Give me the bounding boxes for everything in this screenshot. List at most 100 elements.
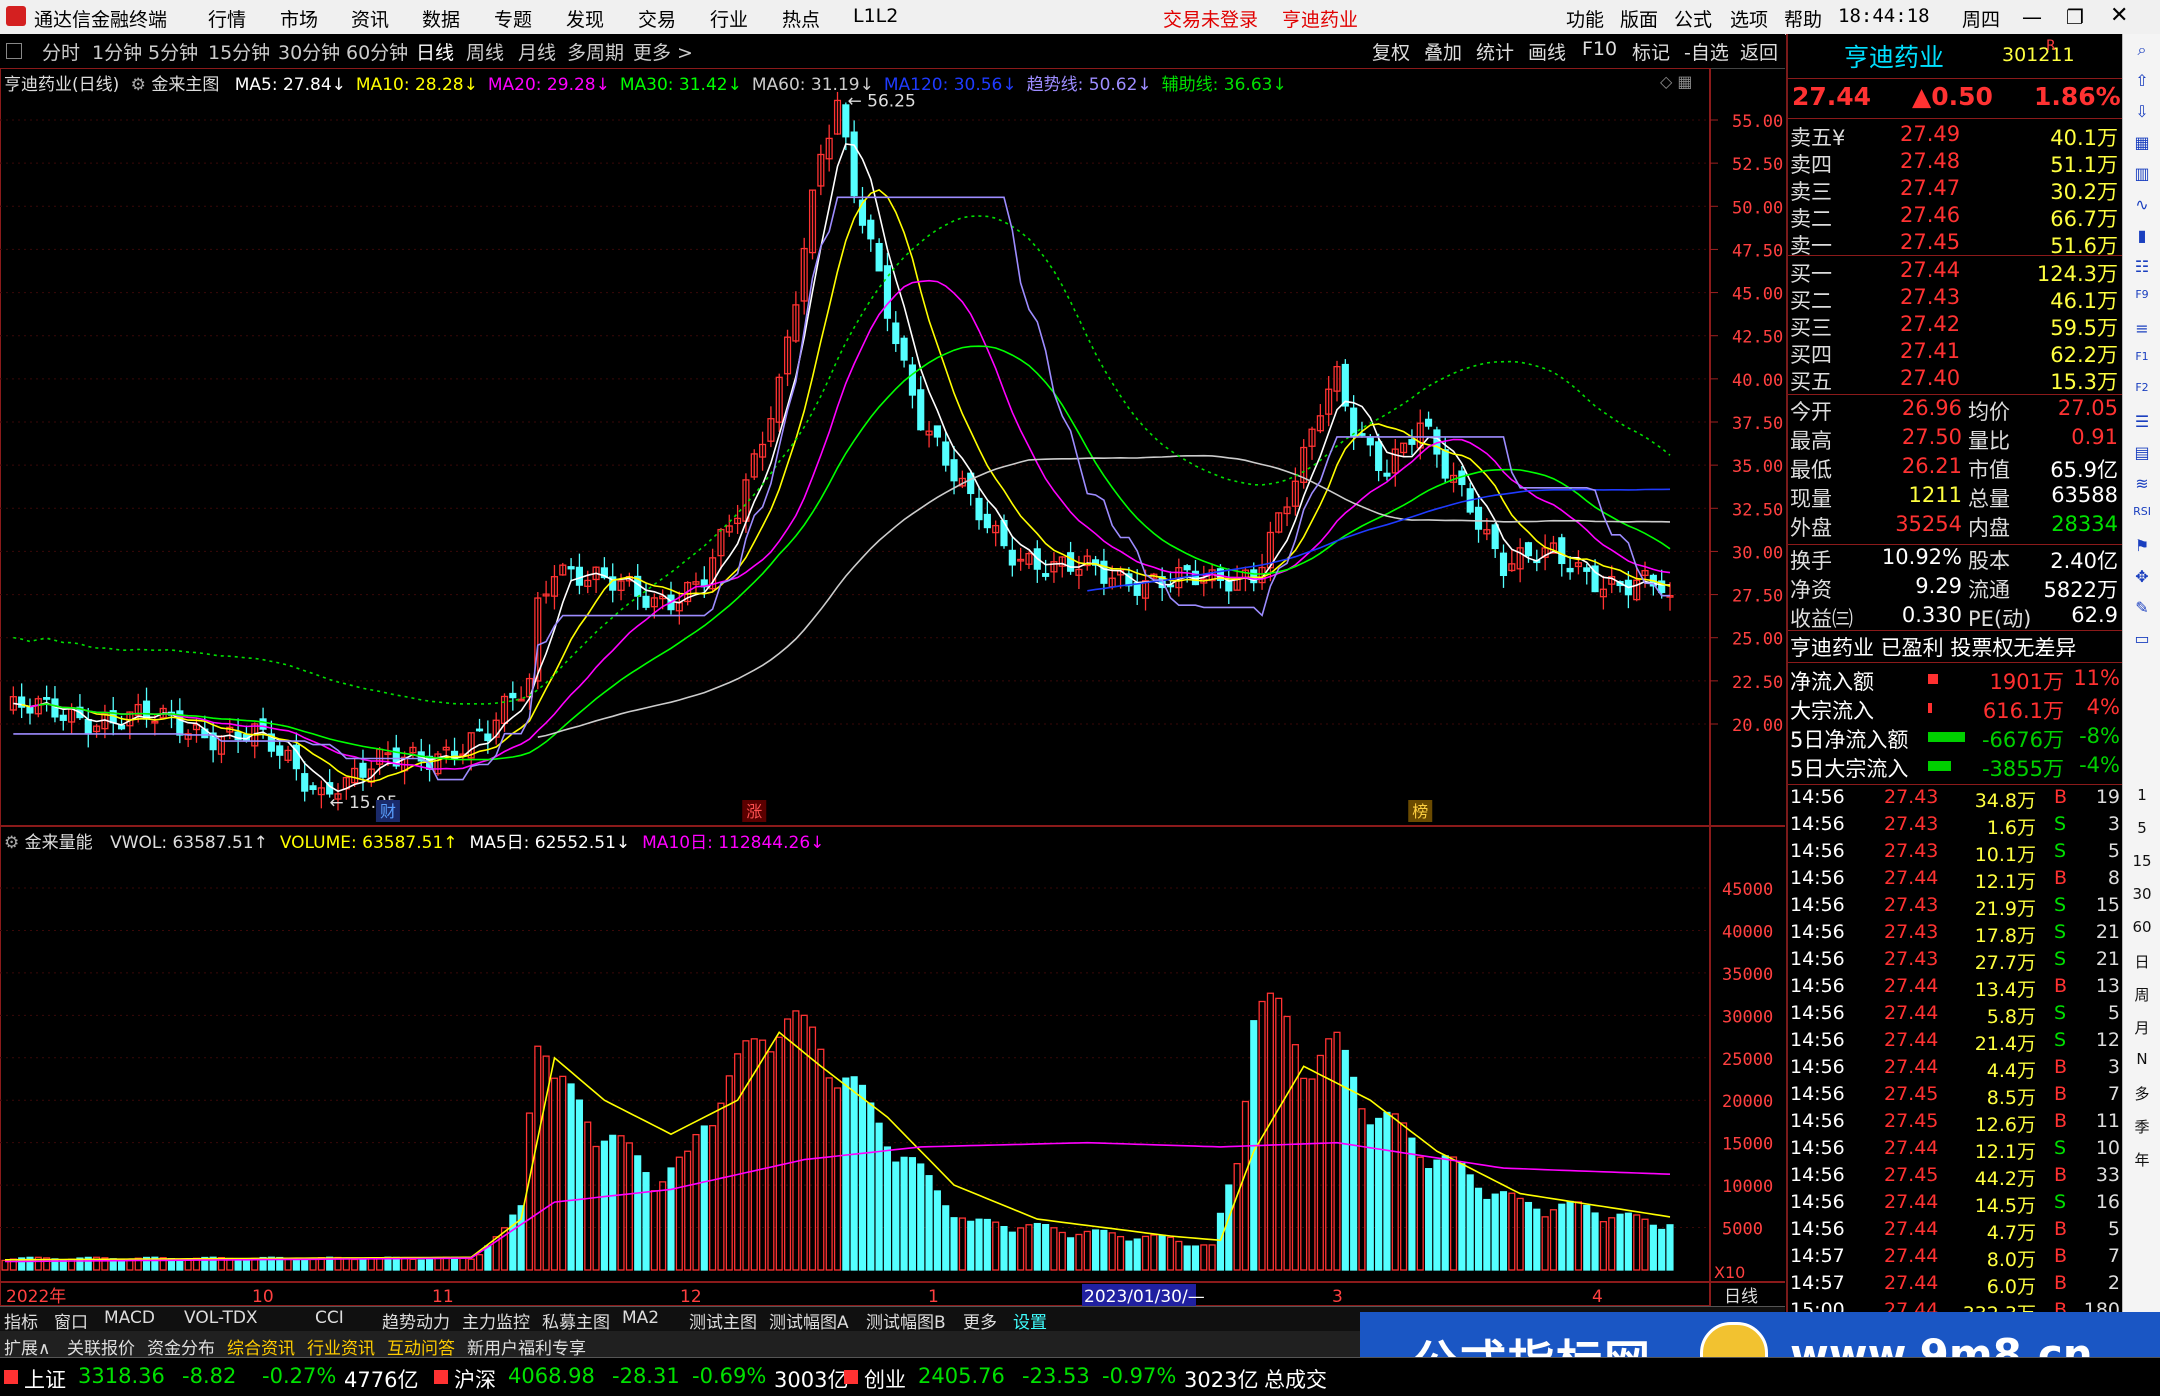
menu-1[interactable]: 市场 [280,5,318,32]
toolbar-button[interactable]: 标记 [1632,38,1670,65]
period-tab[interactable]: 周线 [466,38,504,65]
indicator-tab[interactable]: MACD [104,1308,155,1328]
kline-icon[interactable]: ▮ [2129,226,2155,248]
login-status[interactable]: 交易未登录 [1163,5,1258,32]
move-icon[interactable]: ✥ [2129,567,2155,589]
period-shortcut[interactable]: 5 [2129,819,2155,841]
settings-icon[interactable]: ⚙ [4,833,19,853]
period-shortcut[interactable]: 15 [2129,852,2155,874]
indicator-tab[interactable]: 测试幅图B [866,1308,946,1333]
period-tab[interactable]: 5分钟 [148,38,198,65]
period-shortcut[interactable]: 多 [2129,1083,2155,1105]
menu-5[interactable]: 发现 [566,5,604,32]
period-tab[interactable]: 分时 [42,38,80,65]
period-shortcut[interactable]: 月 [2129,1017,2155,1039]
stack-icon[interactable]: ☰ [2129,412,2155,434]
list-icon[interactable]: ≡ [2129,319,2155,341]
extension-tab[interactable]: 关联报价 [67,1334,135,1359]
index-name[interactable]: 上证 [24,1364,66,1394]
extension-tab[interactable]: 综合资讯 [227,1334,295,1359]
indicator-tab[interactable]: 私募主图 [542,1308,610,1333]
index-name[interactable]: 沪深 [454,1364,496,1394]
restore-button[interactable]: ❐ [2066,5,2084,29]
menu-0[interactable]: 行情 [208,5,246,32]
toolbar-button[interactable]: 叠加 [1424,38,1462,65]
indicator-tab[interactable]: MA2 [622,1308,659,1328]
bar-icon[interactable]: ▥ [2129,164,2155,186]
menu-7[interactable]: 行业 [710,5,748,32]
f9-icon[interactable]: F9 [2129,288,2155,310]
toolbar-button[interactable]: 画线 [1528,38,1566,65]
menu-2[interactable]: 资讯 [351,5,389,32]
alarm-icon[interactable]: ⚑ [2129,536,2155,558]
indicator-tab[interactable]: 测试幅图A [769,1308,849,1333]
menu-4[interactable]: 专题 [494,5,532,32]
f2-icon[interactable]: F2 [2129,381,2155,403]
main-indicator-name[interactable]: 金来主图 [151,75,219,95]
indicator-tab[interactable]: 指标 [4,1308,38,1333]
toolbar-button[interactable]: 统计 [1476,38,1514,65]
period-shortcut[interactable]: N [2129,1050,2155,1072]
menu-9[interactable]: L1L2 [853,5,898,27]
settings-icon[interactable]: ⚙ [131,75,146,95]
extension-tab[interactable]: 资金分布 [147,1334,215,1359]
up-arrow-icon[interactable]: ⇧ [2129,71,2155,93]
line-chart-icon[interactable]: ∿ [2129,195,2155,217]
grid-icon[interactable]: ▦ [2129,133,2155,155]
indicator-tab[interactable]: 更多 [963,1308,997,1333]
search-icon[interactable]: ⌕ [2129,40,2155,62]
indicator-tab[interactable]: CCI [315,1308,344,1328]
period-shortcut[interactable]: 1 [2129,786,2155,808]
extension-tab[interactable]: 行业资讯 [307,1334,375,1359]
extension-tab[interactable]: 新用户福利专享 [467,1334,586,1359]
page-icon[interactable]: ▭ [2129,629,2155,651]
period-tab[interactable]: 更多 > [633,38,693,65]
close-button[interactable]: ✕ [2110,3,2128,28]
period-shortcut[interactable]: 年 [2129,1149,2155,1171]
period-shortcut[interactable]: 周 [2129,984,2155,1006]
extension-tab[interactable]: 扩展∧ [4,1334,50,1359]
indicator-tab[interactable]: VOL-TDX [184,1308,258,1328]
period-tab[interactable]: 30分钟 [278,38,340,65]
minimize-button[interactable]: — [2022,5,2042,29]
menu-6[interactable]: 交易 [638,5,676,32]
period-tab[interactable]: 15分钟 [208,38,270,65]
pen-icon[interactable]: ✎ [2129,598,2155,620]
panel-toggle-icon[interactable] [6,43,22,59]
period-shortcut[interactable]: 60 [2129,918,2155,940]
diamond-icon[interactable]: ◇ ▦ [1660,72,1693,91]
indicator-tab[interactable]: 窗口 [54,1308,88,1333]
table-icon[interactable]: ☷ [2129,257,2155,279]
wave-icon[interactable]: ≋ [2129,474,2155,496]
down-arrow-icon[interactable]: ⇩ [2129,102,2155,124]
index-name[interactable]: 创业 [864,1364,906,1394]
period-tab[interactable]: 日线 [416,38,454,65]
menu-right-2[interactable]: 公式 [1674,5,1712,32]
indicator-tab[interactable]: 主力监控 [462,1308,530,1333]
indicator-tab[interactable]: 趋势动力 [382,1308,450,1333]
menu-right-1[interactable]: 版面 [1620,5,1658,32]
menu-right-4[interactable]: 帮助 [1784,5,1822,32]
rsi-icon[interactable]: RSI [2129,505,2155,527]
menu-right-0[interactable]: 功能 [1566,5,1604,32]
toolbar-button[interactable]: 复权 [1372,38,1410,65]
volume-indicator-name[interactable]: 金来量能 [25,833,93,853]
period-tab[interactable]: 1分钟 [92,38,142,65]
menu-8[interactable]: 热点 [782,5,820,32]
period-shortcut[interactable]: 日 [2129,951,2155,973]
period-tab[interactable]: 多周期 [567,38,624,65]
extension-tab[interactable]: 互动问答 [387,1334,455,1359]
kline-chart[interactable]: 55.00 52.50 50.00 47.50 45.00 42.50 40.00 37.50… [0,68,1785,1306]
doc-icon[interactable]: ▤ [2129,443,2155,465]
period-shortcut[interactable]: 30 [2129,885,2155,907]
indicator-tab[interactable]: 测试主图 [689,1308,757,1333]
period-shortcut[interactable]: 季 [2129,1116,2155,1138]
period-tab[interactable]: 60分钟 [346,38,408,65]
menu-right-3[interactable]: 选项 [1730,5,1768,32]
menu-3[interactable]: 数据 [422,5,460,32]
toolbar-button[interactable]: -自选 [1684,38,1729,65]
toolbar-button[interactable]: F10 [1582,38,1617,60]
indicator-tab[interactable]: 设置 [1013,1308,1047,1333]
toolbar-button[interactable]: 返回 [1740,38,1778,65]
f1-icon[interactable]: F1 [2129,350,2155,372]
